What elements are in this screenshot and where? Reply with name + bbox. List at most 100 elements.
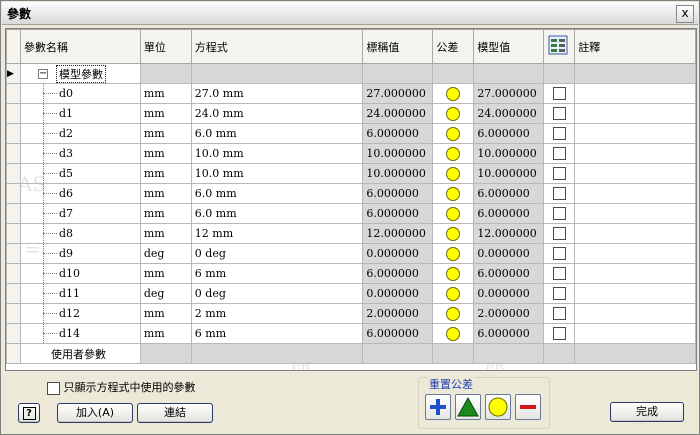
name-cell[interactable]: d5 bbox=[19, 163, 141, 184]
row-selector[interactable] bbox=[6, 103, 21, 124]
equation-cell[interactable]: 0 deg bbox=[190, 283, 364, 304]
parameter-row[interactable]: d0 mm 27.0 mm 27.000000 27.000000 bbox=[6, 83, 696, 104]
parameter-row[interactable]: d14 mm 6 mm 6.000000 6.000000 bbox=[6, 323, 696, 344]
add-button[interactable]: 加入(A) bbox=[57, 403, 133, 423]
export-cell[interactable] bbox=[543, 163, 576, 184]
unit-cell[interactable]: mm bbox=[139, 303, 192, 324]
export-checkbox[interactable] bbox=[552, 327, 566, 341]
unit-cell[interactable]: mm bbox=[139, 323, 192, 344]
name-cell[interactable]: d1 bbox=[19, 103, 141, 124]
export-cell[interactable] bbox=[543, 183, 576, 204]
parameter-row[interactable]: d5 mm 10.0 mm 10.000000 10.000000 bbox=[6, 163, 696, 184]
export-cell[interactable] bbox=[543, 203, 576, 224]
col-header-unit[interactable]: 單位 bbox=[139, 29, 192, 64]
comment-cell[interactable] bbox=[574, 263, 696, 284]
equation-cell[interactable]: 12 mm bbox=[190, 223, 364, 244]
tolerance-cell[interactable] bbox=[432, 303, 475, 324]
tolerance-cell[interactable] bbox=[432, 83, 475, 104]
comment-cell[interactable] bbox=[574, 243, 696, 264]
parameter-row[interactable]: d10 mm 6 mm 6.000000 6.000000 bbox=[6, 263, 696, 284]
comment-cell[interactable] bbox=[574, 83, 696, 104]
equation-cell[interactable]: 10.0 mm bbox=[190, 163, 364, 184]
group-row-user-parameters[interactable]: 使用者參數 bbox=[6, 343, 696, 364]
name-cell[interactable]: d11 bbox=[19, 283, 141, 304]
unit-cell[interactable]: mm bbox=[139, 83, 192, 104]
equation-cell[interactable]: 24.0 mm bbox=[190, 103, 364, 124]
nominal-tolerance-icon[interactable] bbox=[446, 126, 461, 141]
row-selector[interactable] bbox=[6, 243, 21, 264]
col-header-nominal[interactable]: 標稱值 bbox=[362, 29, 434, 64]
link-button[interactable]: 連結 bbox=[137, 403, 213, 423]
row-selector[interactable] bbox=[6, 323, 21, 344]
nominal-tolerance-icon[interactable] bbox=[446, 186, 461, 201]
export-cell[interactable] bbox=[543, 123, 576, 144]
nominal-tolerance-icon[interactable] bbox=[446, 266, 461, 281]
show-used-only-checkbox[interactable] bbox=[47, 381, 60, 395]
export-cell[interactable] bbox=[543, 223, 576, 244]
nominal-tolerance-icon[interactable] bbox=[446, 226, 461, 241]
row-selector[interactable] bbox=[6, 83, 21, 104]
unit-cell[interactable]: deg bbox=[139, 283, 192, 304]
nominal-tolerance-icon[interactable] bbox=[446, 166, 461, 181]
tolerance-cell[interactable] bbox=[432, 323, 475, 344]
parameter-row[interactable]: d12 mm 2 mm 2.000000 2.000000 bbox=[6, 303, 696, 324]
equation-cell[interactable]: 6.0 mm bbox=[190, 183, 364, 204]
unit-cell[interactable]: mm bbox=[139, 123, 192, 144]
comment-cell[interactable] bbox=[574, 103, 696, 124]
comment-cell[interactable] bbox=[574, 283, 696, 304]
nominal-tolerance-icon[interactable] bbox=[446, 286, 461, 301]
nominal-tolerance-button[interactable] bbox=[485, 394, 511, 420]
name-cell[interactable]: d3 bbox=[19, 143, 141, 164]
comment-cell[interactable] bbox=[574, 203, 696, 224]
export-cell[interactable] bbox=[543, 323, 576, 344]
unit-cell[interactable]: mm bbox=[139, 223, 192, 244]
export-cell[interactable] bbox=[543, 243, 576, 264]
unit-cell[interactable]: mm bbox=[139, 203, 192, 224]
equation-cell[interactable]: 6 mm bbox=[190, 263, 364, 284]
row-selector[interactable] bbox=[6, 283, 21, 304]
upper-tolerance-button[interactable] bbox=[425, 394, 451, 420]
parameter-row[interactable]: d11 deg 0 deg 0.000000 0.000000 bbox=[6, 283, 696, 304]
tolerance-cell[interactable] bbox=[432, 223, 475, 244]
export-cell[interactable] bbox=[543, 103, 576, 124]
export-checkbox[interactable] bbox=[552, 187, 566, 201]
median-tolerance-button[interactable] bbox=[455, 394, 481, 420]
show-used-only-option[interactable]: 只顯示方程式中使用的參數 bbox=[47, 379, 196, 395]
unit-cell[interactable]: mm bbox=[139, 263, 192, 284]
comment-cell[interactable] bbox=[574, 183, 696, 204]
nominal-tolerance-icon[interactable] bbox=[446, 106, 461, 121]
export-cell[interactable] bbox=[543, 83, 576, 104]
col-header-equation[interactable]: 方程式 bbox=[190, 29, 364, 64]
tolerance-cell[interactable] bbox=[432, 123, 475, 144]
nominal-tolerance-icon[interactable] bbox=[446, 306, 461, 321]
export-checkbox[interactable] bbox=[552, 107, 566, 121]
nominal-tolerance-icon[interactable] bbox=[446, 146, 461, 161]
equation-cell[interactable]: 2 mm bbox=[190, 303, 364, 324]
name-cell[interactable]: d14 bbox=[19, 323, 141, 344]
equation-cell[interactable]: 6 mm bbox=[190, 323, 364, 344]
comment-cell[interactable] bbox=[574, 223, 696, 244]
parameter-row[interactable]: d2 mm 6.0 mm 6.000000 6.000000 bbox=[6, 123, 696, 144]
row-selector[interactable] bbox=[6, 343, 21, 364]
comment-cell[interactable] bbox=[574, 303, 696, 324]
nominal-tolerance-icon[interactable] bbox=[446, 206, 461, 221]
unit-cell[interactable]: mm bbox=[139, 143, 192, 164]
row-selector[interactable] bbox=[6, 203, 21, 224]
comment-cell[interactable] bbox=[574, 123, 696, 144]
export-checkbox[interactable] bbox=[552, 207, 566, 221]
unit-cell[interactable]: mm bbox=[139, 103, 192, 124]
export-cell[interactable] bbox=[543, 283, 576, 304]
tolerance-cell[interactable] bbox=[432, 163, 475, 184]
tolerance-cell[interactable] bbox=[432, 143, 475, 164]
group-row-model-parameters[interactable]: ▶ − 模型參數 bbox=[6, 63, 696, 84]
export-checkbox[interactable] bbox=[552, 307, 566, 321]
equation-cell[interactable]: 27.0 mm bbox=[190, 83, 364, 104]
lower-tolerance-button[interactable] bbox=[515, 394, 541, 420]
tolerance-cell[interactable] bbox=[432, 103, 475, 124]
export-checkbox[interactable] bbox=[552, 87, 566, 101]
equation-cell[interactable]: 0 deg bbox=[190, 243, 364, 264]
col-header-name[interactable]: 參數名稱 bbox=[19, 29, 141, 64]
group-name-cell[interactable]: 使用者參數 bbox=[19, 343, 141, 364]
row-selector[interactable] bbox=[6, 223, 21, 244]
parameters-grid[interactable]: AS = eR eR 參數名稱 單位 方程式 標稱值 公差 模型值 註釋 ▶ −… bbox=[5, 28, 697, 371]
